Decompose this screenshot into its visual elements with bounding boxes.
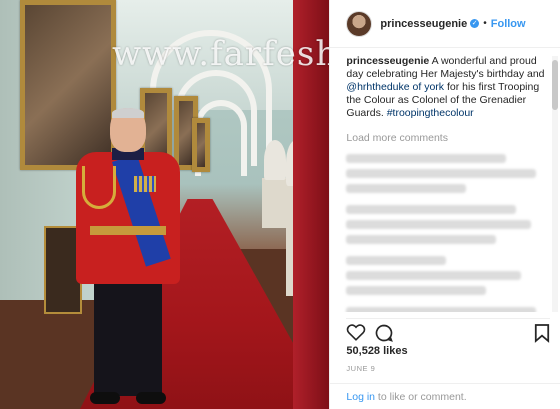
bookmark-icon[interactable]: [534, 323, 550, 348]
action-bar: [346, 318, 551, 348]
blurred-comment: [346, 235, 497, 244]
follow-button[interactable]: Follow: [491, 18, 526, 30]
post-photo: www.farfesh.com: [0, 0, 330, 409]
scrollbar-thumb[interactable]: [552, 60, 558, 110]
belt: [90, 226, 166, 235]
separator-dot: •: [483, 18, 487, 29]
hashtag-link[interactable]: #troopingthecolour: [387, 107, 474, 119]
blurred-comment: [346, 184, 467, 193]
medals: [134, 176, 156, 192]
blurred-comment: [346, 205, 517, 214]
painting: [192, 118, 210, 172]
hair: [112, 108, 144, 118]
caption-username[interactable]: princesseugenie: [346, 55, 429, 67]
heart-icon[interactable]: [346, 323, 366, 346]
man-in-uniform: [72, 108, 184, 408]
verified-badge-icon: ✓: [470, 19, 480, 28]
trousers: [94, 284, 162, 396]
post-date: JUNE 9: [346, 364, 376, 373]
blurred-comment: [346, 271, 522, 280]
bust-statue: [264, 140, 286, 180]
login-link[interactable]: Log in: [346, 391, 375, 403]
blurred-comment: [346, 286, 487, 295]
pedestal: [262, 178, 288, 228]
blurred-comments: [346, 154, 550, 312]
header-username[interactable]: princesseugenie: [380, 18, 467, 30]
caption: princesseugenie A wonderful and proud da…: [346, 55, 550, 120]
likes-count[interactable]: 50,528 likes: [346, 345, 407, 357]
login-prompt: Log in to like or comment.: [330, 383, 560, 409]
watermark: www.farfesh.com: [112, 34, 330, 74]
blurred-comment: [346, 256, 447, 265]
blurred-comment: [346, 169, 537, 178]
instagram-post: www.farfesh.com princesseugenie ✓ • Foll…: [0, 0, 560, 409]
gold-aiguillette: [82, 166, 116, 209]
shoe: [136, 392, 166, 404]
post-header: princesseugenie ✓ • Follow: [330, 0, 560, 48]
avatar[interactable]: [346, 10, 373, 37]
blurred-comment: [346, 220, 532, 229]
login-suffix: to like or comment.: [375, 391, 467, 403]
post-sidebar: princesseugenie ✓ • Follow princesseugen…: [329, 0, 560, 409]
shoe: [90, 392, 120, 404]
mention-link[interactable]: @hrhtheduke of york: [346, 81, 444, 93]
blurred-comment: [346, 154, 507, 163]
blurred-comment: [346, 307, 537, 312]
load-more-comments-button[interactable]: Load more comments: [346, 132, 550, 144]
comments-area: princesseugenie A wonderful and proud da…: [330, 47, 550, 312]
